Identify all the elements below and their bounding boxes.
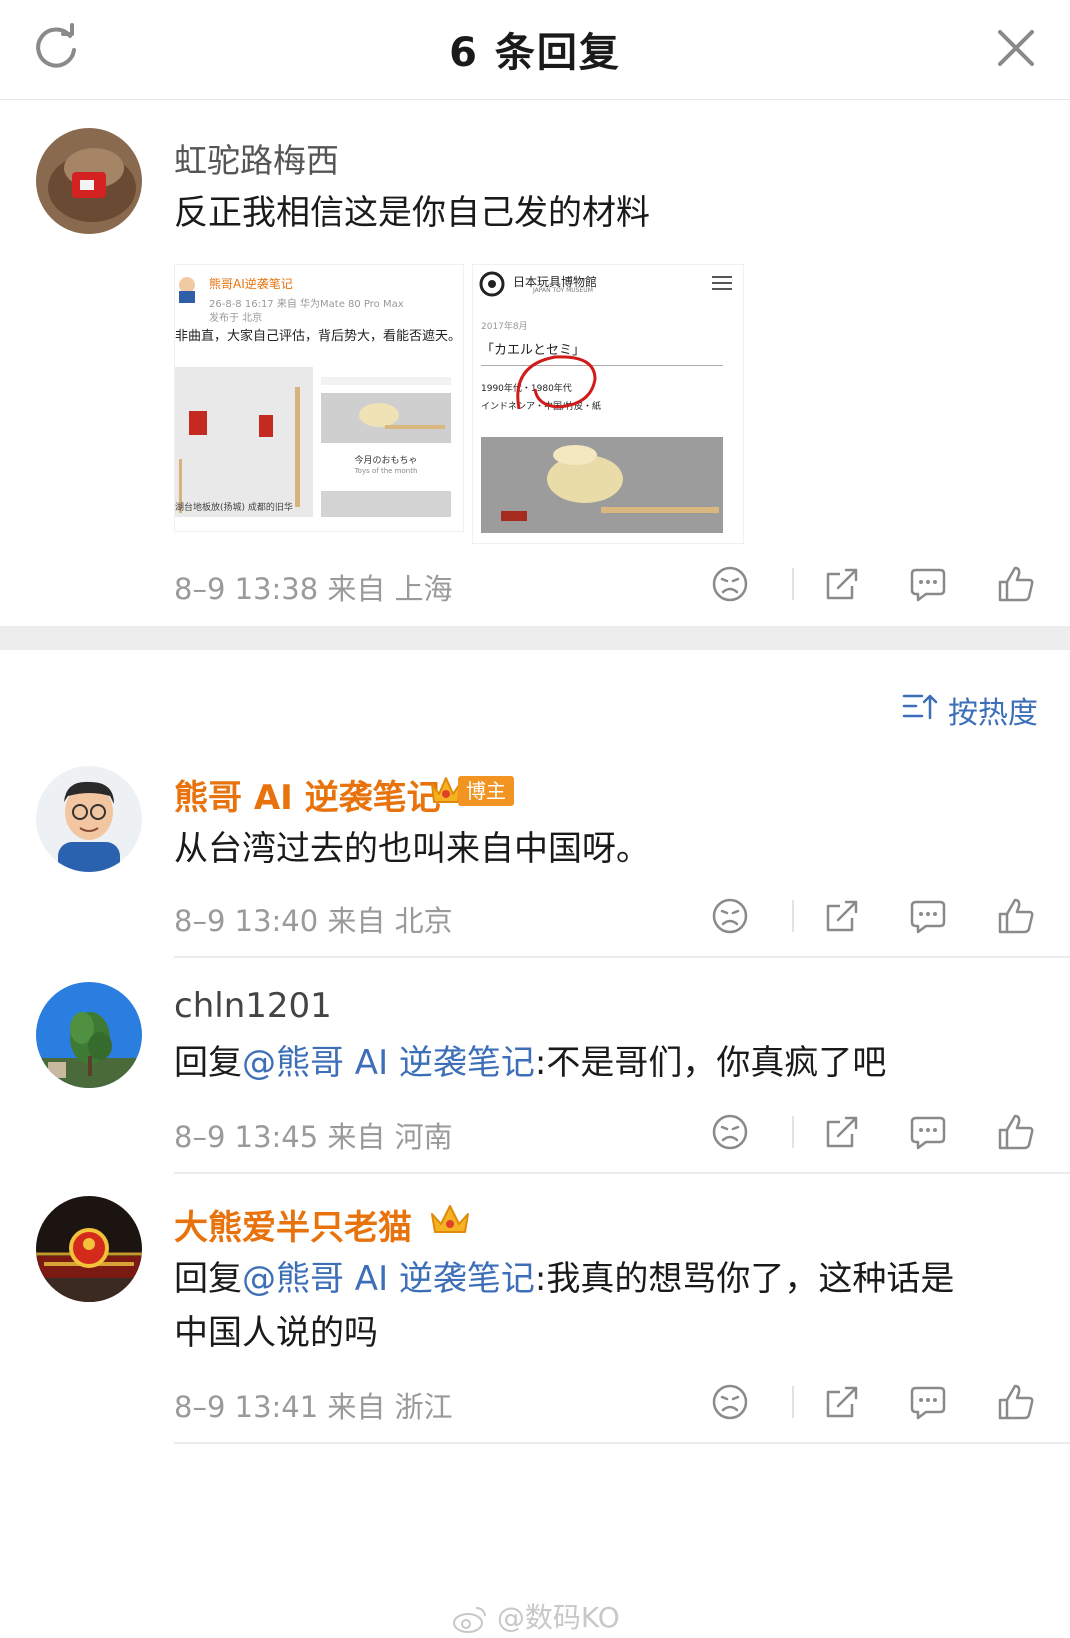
- comment-actions: [710, 564, 1040, 614]
- comment-icon[interactable]: [908, 564, 948, 604]
- avatar[interactable]: [36, 1196, 142, 1302]
- blogger-badge: 博主: [458, 776, 514, 806]
- like-icon[interactable]: [996, 1112, 1036, 1152]
- avatar[interactable]: [36, 982, 142, 1088]
- comment-icon[interactable]: [908, 1382, 948, 1422]
- username[interactable]: 熊哥 AI 逆袭笔记: [174, 770, 441, 819]
- comment-icon[interactable]: [908, 896, 948, 936]
- avatar[interactable]: [36, 128, 142, 234]
- toy-photo: [481, 437, 723, 533]
- section-divider: [0, 626, 1070, 650]
- museum-name-en: JAPAN TOY MUSEUM: [533, 287, 593, 294]
- dislike-face-icon[interactable]: [710, 1382, 750, 1422]
- comment-actions: [710, 1382, 1040, 1432]
- like-icon[interactable]: [996, 1382, 1036, 1422]
- divider: [792, 568, 794, 600]
- share-icon[interactable]: [822, 564, 862, 604]
- thumb-label1: 今月のおもちゃ: [354, 456, 418, 466]
- reply-header: 6 条回复: [0, 0, 1070, 100]
- like-icon[interactable]: [996, 564, 1036, 604]
- thumb-author: 熊哥AI逆袭笔记: [209, 277, 293, 291]
- comment-actions: [710, 896, 1040, 946]
- reply-prefix: 回复: [174, 1043, 242, 1083]
- share-icon[interactable]: [822, 896, 862, 936]
- menu-icon: [712, 276, 732, 290]
- divider: [792, 1116, 794, 1148]
- comment-text: 反正我相信这是你自己发的材料: [174, 193, 650, 233]
- comment-text: 回复@熊哥 AI 逆袭笔记:不是哥们，你真疯了吧: [174, 1036, 886, 1090]
- sort-label: 按热度: [948, 696, 1038, 731]
- crown-icon: [428, 1202, 472, 1238]
- thumb-date: 2017年8月: [481, 322, 528, 332]
- thumb-caption: 湖台地板放(扬城) 成都的旧华: [175, 503, 293, 513]
- like-icon[interactable]: [996, 896, 1036, 936]
- username[interactable]: chln1201: [174, 986, 332, 1026]
- row-divider: [174, 956, 1070, 958]
- mention-link[interactable]: @熊哥 AI 逆袭笔记: [242, 1043, 535, 1083]
- thumb-photo: 湖台地板放(扬城) 成都的旧华: [175, 367, 313, 517]
- image-thumbnail[interactable]: 日本玩具博物館 JAPAN TOY MUSEUM 2017年8月 「カエルとセミ…: [472, 264, 744, 544]
- username[interactable]: 大熊爱半只老猫: [174, 1200, 412, 1249]
- watermark: @数码KO: [452, 1596, 620, 1636]
- dislike-face-icon[interactable]: [710, 896, 750, 936]
- row-divider: [174, 1172, 1070, 1174]
- thumb-body: 非曲直，大家自己评估，背后势大，看能否遮天。: [175, 329, 462, 344]
- dislike-face-icon[interactable]: [710, 1112, 750, 1152]
- reply-body: :不是哥们，你真疯了吧: [534, 1043, 887, 1083]
- image-thumbnail[interactable]: 熊哥AI逆袭笔记 26-8-8 16:17 来自 华为Mate 80 Pro M…: [174, 264, 464, 532]
- share-icon[interactable]: [822, 1382, 862, 1422]
- weibo-logo-icon: [453, 1607, 486, 1633]
- thumb-loc: 发布于 北京: [209, 313, 263, 324]
- comment-meta: 8–9 13:40 来自 北京: [174, 904, 453, 938]
- comment-actions: [710, 1112, 1040, 1162]
- mention-link[interactable]: @熊哥 AI 逆袭笔记: [242, 1259, 535, 1299]
- comment-meta: 8–9 13:41 来自 浙江: [174, 1390, 453, 1424]
- close-icon[interactable]: [990, 22, 1042, 74]
- red-circle-annotation: [516, 355, 597, 410]
- thumb-label2: Toys of the month: [354, 467, 418, 475]
- sort-icon: [902, 694, 938, 720]
- divider: [792, 900, 794, 932]
- comment-images[interactable]: 熊哥AI逆袭笔记 26-8-8 16:17 来自 华为Mate 80 Pro M…: [174, 264, 749, 544]
- comment-meta: 8–9 13:45 来自 河南: [174, 1120, 453, 1154]
- watermark-text: @数码KO: [496, 1601, 620, 1634]
- username[interactable]: 虹驼路梅西: [174, 134, 339, 182]
- divider: [792, 1386, 794, 1418]
- comment-icon[interactable]: [908, 1112, 948, 1152]
- page-title: 6 条回复: [449, 30, 621, 76]
- museum-logo-icon: [479, 271, 505, 297]
- reply-body: :我真的想骂你了，这种话是: [534, 1259, 955, 1299]
- comment-meta: 8–9 13:38 来自 上海: [174, 572, 453, 606]
- comment-text: 回复@熊哥 AI 逆袭笔记:我真的想骂你了，这种话是: [174, 1252, 954, 1306]
- row-divider: [174, 1442, 1070, 1444]
- share-icon[interactable]: [822, 1112, 862, 1152]
- reply-prefix: 回复: [174, 1259, 242, 1299]
- thumb-time: 26-8-8 16:17 来自 华为Mate 80 Pro Max: [209, 299, 404, 310]
- comment-text: 从台湾过去的也叫来自中国呀。: [174, 829, 650, 869]
- comment-text-line2: 中国人说的吗: [174, 1313, 378, 1353]
- thumb-inner: 今月のおもちゃ Toys of the month: [321, 367, 451, 517]
- avatar[interactable]: [36, 766, 142, 872]
- dislike-face-icon[interactable]: [710, 564, 750, 604]
